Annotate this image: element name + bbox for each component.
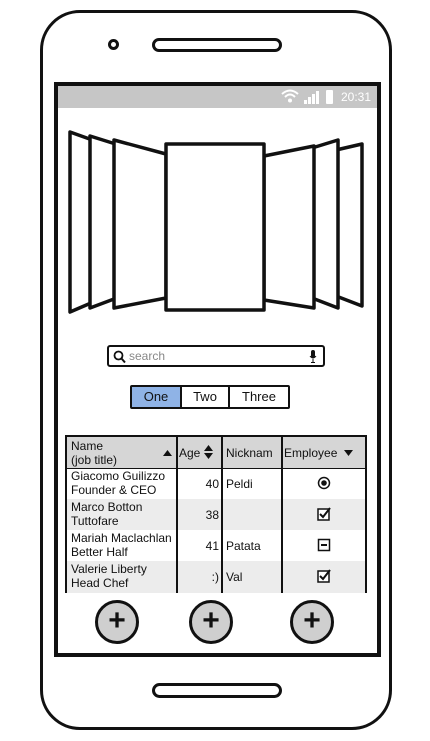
column-divider <box>281 437 283 593</box>
add-button-center[interactable]: + <box>189 600 233 644</box>
header-name-title[interactable]: Name <box>71 439 103 453</box>
checkbox-checked-icon[interactable] <box>317 569 331 583</box>
search-input[interactable] <box>129 348 299 364</box>
search-box[interactable] <box>107 345 325 367</box>
row-title: Founder & CEO <box>71 483 157 497</box>
column-divider <box>176 437 178 593</box>
home-button[interactable] <box>152 683 282 698</box>
column-divider <box>221 437 223 593</box>
add-button-right[interactable]: + <box>290 600 334 644</box>
row-name: Marco Botton <box>71 500 143 514</box>
segment-three[interactable]: Three <box>230 387 288 407</box>
cover-right-3 <box>334 142 364 308</box>
speaker-grille <box>152 38 282 52</box>
status-bar: 20:31 <box>58 86 377 108</box>
radio-selected-icon[interactable] <box>317 476 331 490</box>
cover-right-2 <box>310 138 340 310</box>
status-time: 20:31 <box>340 90 371 104</box>
row-age: 38 <box>205 508 219 522</box>
row-age: 41 <box>205 539 219 553</box>
table-row[interactable]: Valerie Liberty Head Chef :) Val <box>67 561 365 593</box>
table-row[interactable]: Giacomo Guilizzo Founder & CEO 40 Peldi <box>67 468 365 499</box>
sort-both-icon[interactable] <box>204 445 213 459</box>
header-nickname[interactable]: Nicknam <box>226 446 282 460</box>
row-nickname: Patata <box>226 539 261 553</box>
cover-left-1 <box>112 138 168 310</box>
sort-ascending-icon[interactable] <box>163 450 172 456</box>
row-name: Mariah Maclachlan <box>71 531 172 545</box>
header-age[interactable]: Age <box>179 446 200 460</box>
header-name-subtitle: (job title) <box>71 453 118 467</box>
chevron-down-icon[interactable] <box>344 450 353 456</box>
row-age: 40 <box>205 477 219 491</box>
segment-one[interactable]: One <box>132 387 182 407</box>
cover-right-1 <box>262 144 316 310</box>
row-title: Tuttofare <box>71 514 119 528</box>
table-row[interactable]: Mariah Maclachlan Better Half 41 Patata <box>67 530 365 561</box>
microphone-icon[interactable] <box>309 350 317 363</box>
data-table: Name (job title) Age Nicknam Employee Gi… <box>65 435 367 593</box>
segmented-control: One Two Three <box>130 385 290 409</box>
search-icon <box>113 350 126 364</box>
row-nickname: Val <box>226 570 243 584</box>
signal-icon <box>304 91 319 104</box>
wifi-icon <box>281 89 299 103</box>
cover-flow[interactable] <box>66 126 366 318</box>
row-name: Giacomo Guilizzo <box>71 469 166 483</box>
segment-two[interactable]: Two <box>182 387 230 407</box>
header-employee[interactable]: Employee <box>284 446 337 460</box>
checkbox-indeterminate-icon[interactable] <box>317 538 331 552</box>
row-title: Head Chef <box>71 576 129 590</box>
add-button-left[interactable]: + <box>95 600 139 644</box>
cover-center <box>164 142 266 312</box>
checkbox-checked-icon[interactable] <box>317 507 331 521</box>
camera-icon <box>108 39 119 50</box>
row-age: :) <box>211 570 219 584</box>
battery-icon <box>326 90 333 104</box>
row-name: Valerie Liberty <box>71 562 147 576</box>
table-row[interactable]: Marco Botton Tuttofare 38 <box>67 499 365 530</box>
row-title: Better Half <box>71 545 128 559</box>
row-nickname: Peldi <box>226 477 253 491</box>
